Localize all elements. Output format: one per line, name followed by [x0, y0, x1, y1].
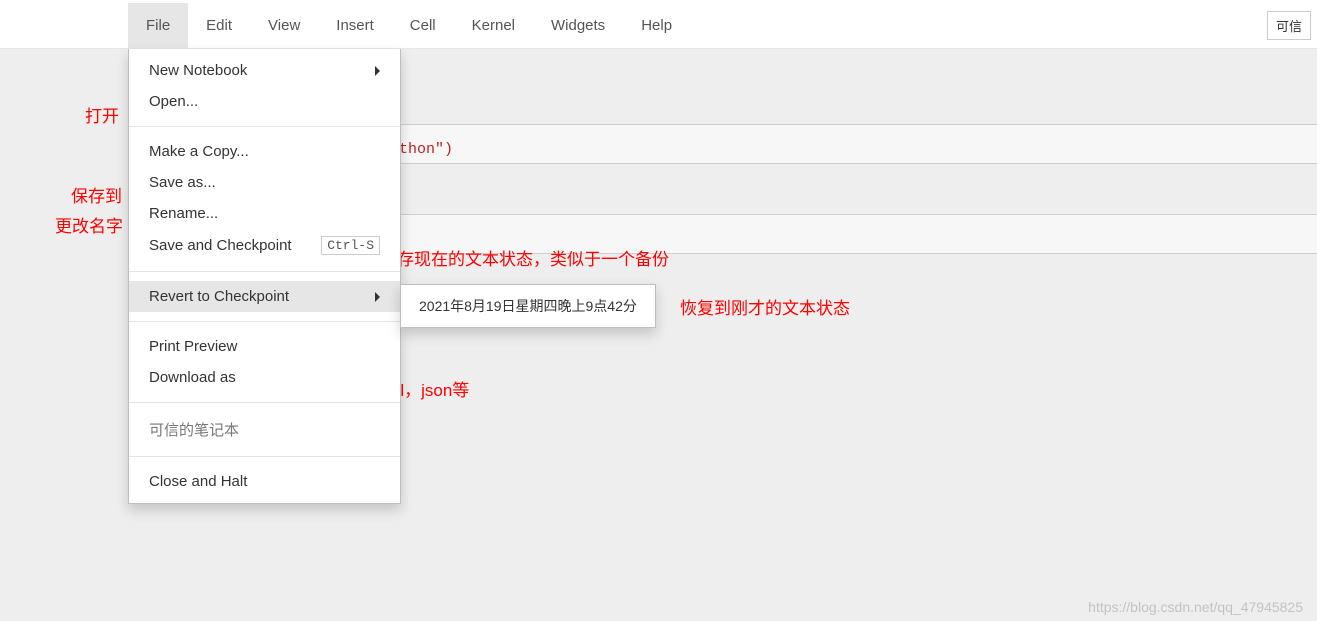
menu-save-checkpoint-label: Save and Checkpoint	[149, 237, 292, 254]
menu-close-halt-label: Close and Halt	[149, 473, 247, 490]
revert-submenu: 2021年8月19日星期四晚上9点42分	[400, 284, 656, 328]
menu-widgets[interactable]: Widgets	[533, 3, 623, 49]
menu-divider	[129, 271, 400, 272]
menu-save-checkpoint[interactable]: Save and Checkpoint Ctrl-S	[129, 229, 400, 262]
menu-divider	[129, 456, 400, 457]
menu-make-copy[interactable]: Make a Copy...	[129, 136, 400, 167]
menu-kernel[interactable]: Kernel	[454, 3, 533, 49]
menu-rename[interactable]: Rename...	[129, 198, 400, 229]
trust-badge[interactable]: 可信	[1267, 11, 1311, 40]
checkpoint-time-label: 2021年8月19日星期四晚上9点42分	[419, 296, 637, 316]
menu-download-as[interactable]: Download as	[129, 362, 400, 393]
file-dropdown: New Notebook Open... Make a Copy... Save…	[128, 49, 401, 504]
menu-trusted-notebook: 可信的笔记本	[129, 412, 400, 447]
annotation-save-checkpoint: 保存现在的文本状态，类似于一个备份	[380, 245, 669, 270]
menu-help[interactable]: Help	[623, 3, 690, 49]
menu-open-label: Open...	[149, 93, 198, 110]
code-fragment: thon")	[399, 141, 453, 158]
menu-view[interactable]: View	[250, 3, 318, 49]
menu-rename-label: Rename...	[149, 205, 218, 222]
annotation-revert: 恢复到刚才的文本状态	[680, 294, 850, 319]
menu-make-copy-label: Make a Copy...	[149, 143, 249, 160]
menu-print-preview[interactable]: Print Preview	[129, 331, 400, 362]
menu-close-halt[interactable]: Close and Halt	[129, 466, 400, 497]
menu-download-as-label: Download as	[149, 369, 236, 386]
menu-revert-checkpoint[interactable]: Revert to Checkpoint	[129, 281, 400, 312]
annotation-open: 打开	[85, 102, 119, 127]
menu-insert[interactable]: Insert	[318, 3, 392, 49]
menu-revert-checkpoint-label: Revert to Checkpoint	[149, 288, 289, 305]
menu-print-preview-label: Print Preview	[149, 338, 237, 355]
annotation-rename: 更改名字	[55, 212, 123, 237]
menu-trusted-notebook-label: 可信的笔记本	[149, 419, 239, 440]
annotation-save-to: 保存到	[71, 182, 122, 207]
menu-open[interactable]: Open...	[129, 86, 400, 117]
shortcut-badge: Ctrl-S	[321, 236, 380, 255]
menu-file[interactable]: File	[128, 3, 188, 49]
menu-divider	[129, 126, 400, 127]
menu-save-as-label: Save as...	[149, 174, 216, 191]
chevron-right-icon	[375, 292, 380, 302]
menu-divider	[129, 321, 400, 322]
menu-divider	[129, 402, 400, 403]
menu-new-notebook[interactable]: New Notebook	[129, 55, 400, 86]
checkpoint-entry[interactable]: 2021年8月19日星期四晚上9点42分	[401, 290, 655, 322]
menu-new-notebook-label: New Notebook	[149, 62, 247, 79]
chevron-right-icon	[375, 66, 380, 76]
menu-cell[interactable]: Cell	[392, 3, 454, 49]
menu-edit[interactable]: Edit	[188, 3, 250, 49]
menubar: File Edit View Insert Cell Kernel Widget…	[0, 3, 1317, 49]
watermark: https://blog.csdn.net/qq_47945825	[1088, 599, 1303, 615]
menu-save-as[interactable]: Save as...	[129, 167, 400, 198]
